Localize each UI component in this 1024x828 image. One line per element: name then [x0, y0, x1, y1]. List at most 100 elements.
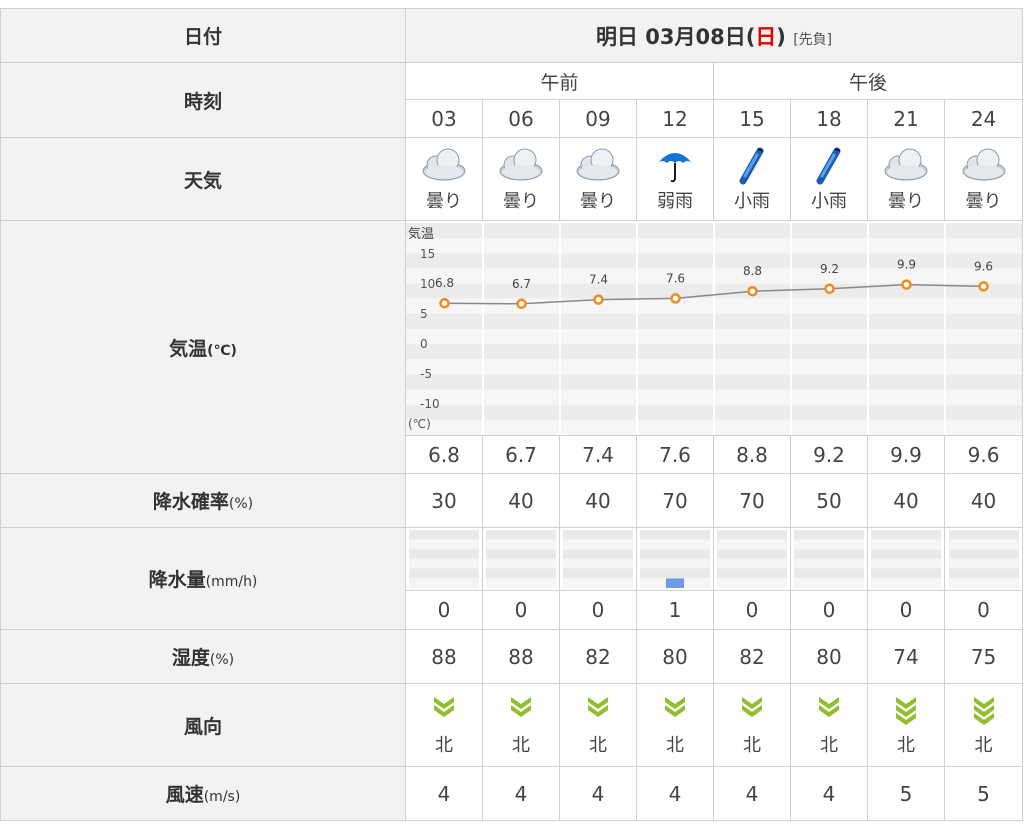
- wind-arrow-icon: [511, 697, 531, 717]
- wind-speed-text: 風速: [165, 784, 204, 806]
- wind-arrow-icon: [973, 697, 994, 725]
- temp-point-label: 9.9: [897, 258, 916, 272]
- precip-bar: [948, 530, 1019, 588]
- wind-dir-text: 北: [820, 735, 838, 756]
- wind-speed-cell: 5: [943, 766, 1024, 821]
- hour-cell: 06: [482, 99, 560, 138]
- precip-prob-cell: 40: [867, 473, 945, 528]
- humidity-cell: 88: [482, 629, 560, 684]
- am-label: 午前: [405, 62, 714, 100]
- precip-amount-unit: (mm/h): [205, 574, 258, 590]
- ampm-row: 時刻 午前 午後: [0, 62, 1024, 138]
- precip-amount-cell: 0: [867, 590, 945, 630]
- date-heading: 明日 03月08日(日) [先負]: [404, 8, 1024, 63]
- precip-prob-label: 降水確率(%): [0, 473, 406, 528]
- weather-text: 曇り: [888, 191, 924, 212]
- temp-point: [824, 283, 835, 295]
- chart-title: 気温: [408, 226, 434, 242]
- weather-cell: 曇り: [943, 137, 1024, 221]
- temp-label: 気温(℃): [0, 220, 406, 474]
- y-tick-label: 10: [420, 277, 435, 291]
- umbrella-icon: [637, 145, 713, 185]
- temp-value-cell: 8.8: [713, 435, 791, 474]
- cloud-icon: [483, 145, 559, 185]
- weather-label: 天気: [0, 137, 406, 221]
- temp-value-cell: 9.9: [867, 435, 945, 474]
- temp-point: [901, 279, 912, 290]
- wind-speed-row: 風速(m/s) 44444455: [0, 766, 1024, 821]
- wind-speed-label: 風速(m/s): [0, 766, 406, 821]
- temp-value-cell: 9.2: [790, 435, 868, 474]
- wind-dir-row: 風向 北 北 北 北 北 北 北 北: [0, 683, 1024, 767]
- date-label: 日付: [0, 8, 406, 63]
- cloud-icon: [868, 145, 944, 185]
- cloud-icon: [560, 145, 636, 185]
- wind-arrow-icon: [588, 697, 608, 717]
- precip-bar: [409, 530, 479, 588]
- precip-prob-cell: 70: [713, 473, 791, 528]
- precip-amount-cell: 0: [559, 590, 637, 630]
- wind-dir-cell: 北: [559, 683, 637, 767]
- weather-row: 天気 曇り 曇り 曇り 弱雨 小雨 小雨 曇り 曇り: [0, 137, 1024, 221]
- rokuyo-tag: [先負]: [793, 31, 833, 48]
- precip-bar: [871, 530, 941, 588]
- temp-unit: (℃): [207, 342, 237, 359]
- weather-cell: 小雨: [713, 137, 791, 221]
- precip-bar: [717, 530, 787, 588]
- precip-amount-cell: 0: [790, 590, 868, 630]
- weather-cell: 曇り: [482, 137, 560, 221]
- precip-bar-cell: [790, 527, 868, 591]
- precip-prob-row: 降水確率(%) 30 40 40 70 70 50 40 40: [0, 473, 1024, 528]
- wind-dir-cell: 北: [943, 683, 1024, 767]
- y-tick-label: 5: [420, 307, 428, 321]
- wind-dir-text: 北: [512, 735, 530, 756]
- weather-text: 曇り: [965, 191, 1002, 212]
- y-tick-label: -5: [420, 367, 432, 381]
- weather-cell: 弱雨: [636, 137, 714, 221]
- temp-point-label: 8.8: [743, 264, 762, 278]
- weather-cell: 曇り: [559, 137, 637, 221]
- wind-speed-cell: 4: [405, 766, 483, 821]
- time-label: 時刻: [0, 62, 406, 138]
- humidity-label: 湿度(%): [0, 629, 406, 684]
- temp-label-text: 気温: [169, 337, 208, 360]
- temp-point-label: 7.4: [589, 273, 608, 287]
- humidity-cell: 80: [790, 629, 868, 684]
- precip-prob-unit: (%): [228, 496, 254, 512]
- precip-amount-text: 降水量: [148, 569, 206, 591]
- wind-dir-cell: 北: [867, 683, 945, 767]
- y-tick-label: -10: [420, 397, 440, 411]
- precip-prob-text: 降水確率: [152, 491, 229, 513]
- precip-bar: [563, 530, 633, 588]
- temp-point: [747, 285, 758, 297]
- weather-text: 曇り: [426, 191, 462, 212]
- precip-amount-cell: 1: [636, 590, 714, 630]
- hour-cell: 09: [559, 99, 637, 138]
- wind-speed-cell: 4: [559, 766, 637, 821]
- weather-text: 小雨: [734, 191, 770, 212]
- cloud-icon: [945, 145, 1022, 185]
- temp-point-label: 6.8: [435, 276, 454, 290]
- humidity-cell: 88: [405, 629, 483, 684]
- precip-bar: [640, 530, 710, 588]
- wind-speed-cell: 4: [636, 766, 714, 821]
- precip-bar-cell: [559, 527, 637, 591]
- precip-prob-cell: 40: [943, 473, 1024, 528]
- wind-speed-cell: 5: [867, 766, 945, 821]
- hour-cell: 21: [867, 99, 945, 138]
- wind-dir-cell: 北: [482, 683, 560, 767]
- wind-dir-text: 北: [435, 735, 453, 756]
- humidity-cell: 82: [713, 629, 791, 684]
- weather-text: 弱雨: [657, 191, 693, 212]
- temp-point: [670, 293, 681, 304]
- weather-cell: 曇り: [867, 137, 945, 221]
- weather-text: 小雨: [811, 191, 847, 212]
- hour-cell: 15: [713, 99, 791, 138]
- precip-bar: [486, 530, 556, 588]
- precip-prob-cell: 70: [636, 473, 714, 528]
- date-suffix: ): [776, 24, 786, 49]
- precip-amount-cell: 0: [482, 590, 560, 630]
- precip-amount-label: 降水量(mm/h): [0, 527, 406, 630]
- precip-bar-fill: [666, 578, 684, 588]
- temp-point: [516, 298, 527, 310]
